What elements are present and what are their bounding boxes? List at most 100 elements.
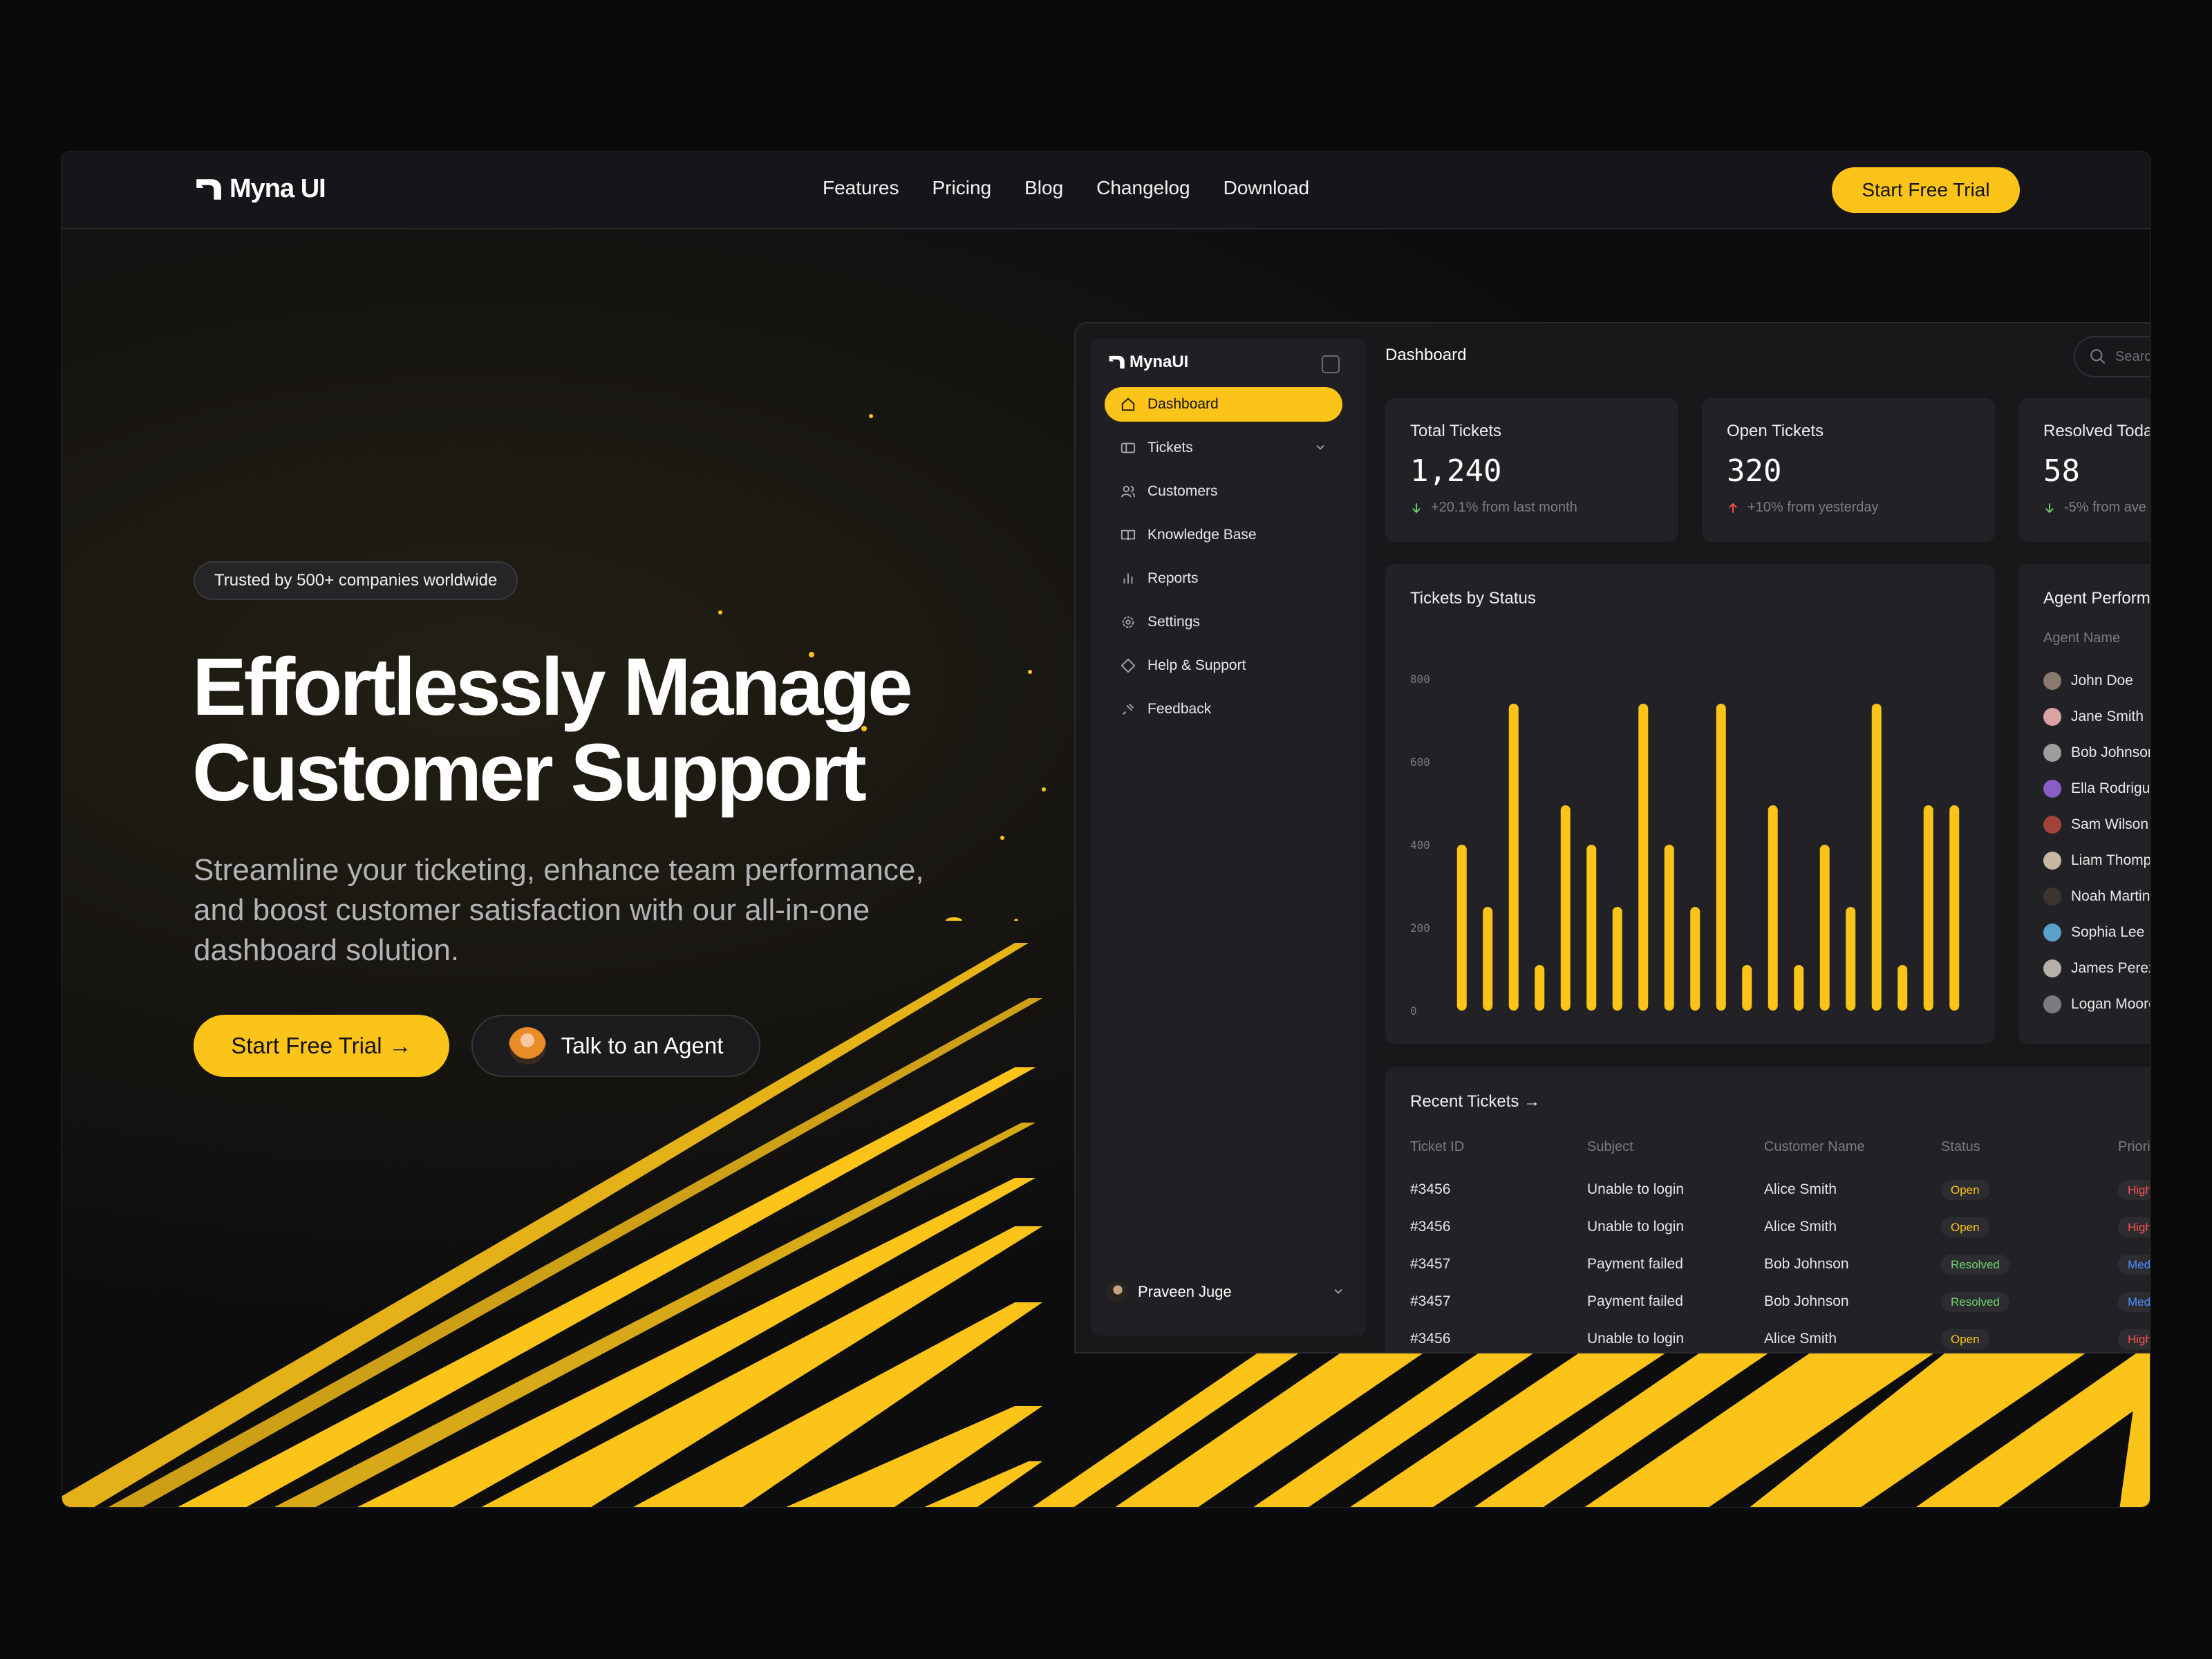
- ticket-customer: Bob Johnson: [1764, 1256, 1849, 1272]
- trust-badge: Trusted by 500+ companies worldwide: [194, 561, 518, 600]
- chart-bar[interactable]: [1560, 805, 1571, 1011]
- start-free-trial-label: Start Free Trial: [231, 1033, 382, 1058]
- sidebar-item-tickets[interactable]: Tickets: [1105, 431, 1342, 465]
- nav-link-download[interactable]: Download: [1224, 177, 1310, 199]
- agent-row[interactable]: Ella Rodrigue: [2043, 771, 2151, 807]
- chart-bar[interactable]: [1768, 805, 1778, 1011]
- sidebar-nav: Dashboard Tickets Customers Knowledge Ba…: [1105, 387, 1342, 735]
- sidebar-item-settings[interactable]: Settings: [1105, 605, 1342, 639]
- sidebar-item-reports[interactable]: Reports: [1105, 561, 1342, 596]
- y-tick-label: 200: [1410, 921, 1430, 935]
- sidebar-item-label: Settings: [1147, 614, 1200, 630]
- chart-bar[interactable]: [1949, 805, 1960, 1011]
- sidebar-item-label: Feedback: [1147, 701, 1212, 717]
- chart-bar[interactable]: [1716, 704, 1726, 1011]
- agent-name: Bob Johnson: [2071, 744, 2151, 760]
- table-row[interactable]: #3457 Payment failed Bob Johnson Resolve…: [1410, 1283, 2150, 1320]
- stat-change: +10% from yesterday: [1727, 500, 1970, 516]
- ticket-subject: Payment failed: [1587, 1293, 1683, 1309]
- chart-bar[interactable]: [1923, 805, 1933, 1011]
- chart-bar[interactable]: [1819, 845, 1830, 1011]
- user-profile-menu[interactable]: Praveen Juge: [1107, 1275, 1349, 1309]
- chart-bar[interactable]: [1456, 845, 1467, 1011]
- user-name: Praveen Juge: [1138, 1283, 1232, 1300]
- chart-bar[interactable]: [1794, 965, 1804, 1011]
- sidebar-item-customers[interactable]: Customers: [1105, 474, 1342, 509]
- agent-row[interactable]: Bob Johnson: [2043, 735, 2151, 771]
- brand-logo[interactable]: Myna UI: [194, 174, 326, 204]
- sidebar-item-label: Tickets: [1147, 440, 1193, 456]
- myna-logo-icon: [196, 178, 221, 200]
- stat-value: 58: [2043, 453, 2080, 489]
- chevron-down-icon[interactable]: [1313, 440, 1327, 458]
- chart-bar[interactable]: [1871, 704, 1882, 1011]
- arrow-down-icon: [2045, 503, 2054, 513]
- priority-badge: Medi: [2118, 1292, 2150, 1312]
- nav-link-pricing[interactable]: Pricing: [932, 177, 992, 199]
- ticket-subject: Unable to login: [1587, 1219, 1685, 1235]
- nav-link-features[interactable]: Features: [823, 177, 899, 199]
- ticket-subject: Payment failed: [1587, 1256, 1683, 1272]
- chart-bar[interactable]: [1612, 907, 1622, 1011]
- sidebar-logo[interactable]: MynaUI: [1107, 353, 1188, 372]
- chart-bar[interactable]: [1664, 845, 1674, 1011]
- table-row[interactable]: #3457 Payment failed Bob Johnson Resolve…: [1410, 1246, 2150, 1283]
- agent-row[interactable]: Noah Martin: [2043, 879, 2150, 915]
- myna-logo-icon: [1109, 355, 1125, 369]
- table-row[interactable]: #3456 Unable to login Alice Smith Open H…: [1410, 1171, 2150, 1208]
- stat-card-resolved-today: Resolved Toda 58 -5% from ave: [2018, 398, 2150, 542]
- ticket-id: #3456: [1410, 1219, 1451, 1235]
- browser-frame: Myna UI Features Pricing Blog Changelog …: [61, 151, 2151, 1508]
- table-row[interactable]: #3456 Unable to login Alice Smith Open H…: [1410, 1208, 2150, 1246]
- ticket-customer: Alice Smith: [1764, 1219, 1837, 1235]
- avatar: [2043, 852, 2061, 870]
- stat-change-text: -5% from ave: [2064, 500, 2146, 515]
- feedback-icon: [1120, 701, 1136, 718]
- chart-bar[interactable]: [1897, 965, 1908, 1011]
- chart-bar[interactable]: [1483, 907, 1493, 1011]
- agent-row[interactable]: James Perez: [2043, 950, 2150, 986]
- talk-to-agent-button[interactable]: Talk to an Agent: [471, 1015, 760, 1077]
- chart-bar[interactable]: [1742, 965, 1752, 1011]
- top-navigation: Myna UI Features Pricing Blog Changelog …: [62, 152, 2150, 229]
- stat-value: 1,240: [1410, 453, 1502, 489]
- users-icon: [1120, 483, 1136, 500]
- agent-name-header: Agent Name: [2043, 630, 2121, 646]
- agent-name: Sam Wilson: [2071, 816, 2149, 832]
- hero-headline: Effortlessly Manage Customer Support: [192, 644, 966, 816]
- chart-bar[interactable]: [1535, 965, 1545, 1011]
- nav-start-trial-button[interactable]: Start Free Trial: [1832, 167, 2020, 213]
- y-tick-label: 400: [1410, 838, 1430, 852]
- status-badge: Open: [1941, 1329, 1989, 1349]
- sidebar-item-help-support[interactable]: Help & Support: [1105, 648, 1342, 683]
- table-row[interactable]: #3456 Unable to login Alice Smith Open H…: [1410, 1320, 2150, 1352]
- agent-row[interactable]: Jane Smith: [2043, 699, 2150, 735]
- agent-name: Ella Rodrigue: [2071, 780, 2151, 796]
- chart-bar[interactable]: [1638, 704, 1649, 1011]
- chart-bar[interactable]: [1508, 704, 1519, 1011]
- sidebar-brand-name: MynaUI: [1130, 353, 1189, 371]
- sidebar-item-dashboard[interactable]: Dashboard: [1105, 387, 1342, 422]
- nav-link-blog[interactable]: Blog: [1024, 177, 1063, 199]
- agent-row[interactable]: Sam Wilson: [2043, 807, 2150, 843]
- agent-row[interactable]: John Doe: [2043, 663, 2150, 699]
- chart-bar[interactable]: [1846, 907, 1856, 1011]
- agent-row[interactable]: Logan Moore: [2043, 986, 2150, 1022]
- agent-row[interactable]: Liam Thomp: [2043, 843, 2150, 879]
- avatar: [2043, 816, 2061, 834]
- nav-link-changelog[interactable]: Changelog: [1096, 177, 1190, 199]
- start-free-trial-button[interactable]: Start Free Trial →: [194, 1015, 449, 1077]
- stat-change: +20.1% from last month: [1410, 500, 1653, 516]
- hero-subtext: Streamline your ticketing, enhance team …: [194, 853, 924, 967]
- agent-row[interactable]: Sophia Lee: [2043, 915, 2150, 950]
- chart-bar[interactable]: [1690, 907, 1700, 1011]
- sidebar-item-label: Customers: [1147, 483, 1218, 499]
- sidebar-item-feedback[interactable]: Feedback: [1105, 692, 1342, 727]
- recent-tickets-link[interactable]: Recent Tickets →: [1410, 1092, 1540, 1112]
- status-badge: Open: [1941, 1180, 1989, 1200]
- search-input[interactable]: Search tickets,: [2074, 336, 2150, 377]
- sidebar-item-knowledge-base[interactable]: Knowledge Base: [1105, 518, 1342, 552]
- collapse-sidebar-icon[interactable]: [1322, 355, 1340, 373]
- chart-bar[interactable]: [1586, 845, 1597, 1011]
- priority-badge: High: [2118, 1217, 2150, 1237]
